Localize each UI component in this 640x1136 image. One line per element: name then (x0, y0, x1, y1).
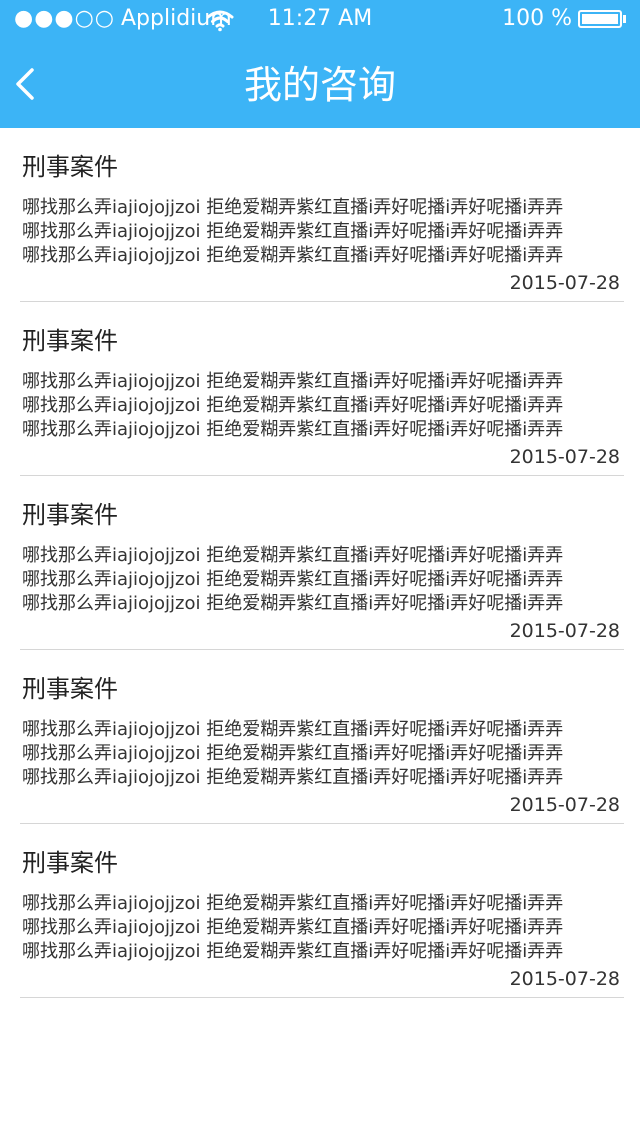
status-bar: ●●●○○ Applidium 11:27 AM 100 % (0, 0, 640, 40)
summary-line: 哪找那么弄iajiojojjzoi 拒绝爱糊弄紫红直播i弄好呢播i弄好呢播i弄弄 (22, 767, 564, 788)
summary-line: 哪找那么弄iajiojojjzoi 拒绝爱糊弄紫红直播i弄好呢播i弄好呢播i弄弄 (22, 245, 564, 266)
consultation-summary: 哪找那么弄iajiojojjzoi 拒绝爱糊弄紫红直播i弄好呢播i弄好呢播i弄弄… (22, 892, 622, 964)
battery-fill (582, 14, 618, 24)
consultation-summary: 哪找那么弄iajiojojjzoi 拒绝爱糊弄紫红直播i弄好呢播i弄好呢播i弄弄… (22, 370, 622, 442)
consultation-item[interactable]: 刑事案件 哪找那么弄iajiojojjzoi 拒绝爱糊弄紫红直播i弄好呢播i弄好… (20, 302, 624, 476)
summary-line: 哪找那么弄iajiojojjzoi 拒绝爱糊弄紫红直播i弄好呢播i弄好呢播i弄弄 (22, 395, 564, 416)
battery-percentage: 100 % (502, 6, 572, 31)
consultation-title: 刑事案件 (22, 327, 118, 355)
consultation-item[interactable]: 刑事案件 哪找那么弄iajiojojjzoi 拒绝爱糊弄紫红直播i弄好呢播i弄好… (20, 824, 624, 998)
consultation-title: 刑事案件 (22, 153, 118, 181)
summary-line: 哪找那么弄iajiojojjzoi 拒绝爱糊弄紫红直播i弄好呢播i弄好呢播i弄弄 (22, 569, 564, 590)
consultation-summary: 哪找那么弄iajiojojjzoi 拒绝爱糊弄紫红直播i弄好呢播i弄好呢播i弄弄… (22, 544, 622, 616)
summary-line: 哪找那么弄iajiojojjzoi 拒绝爱糊弄紫红直播i弄好呢播i弄好呢播i弄弄 (22, 221, 564, 242)
consultation-date: 2015-07-28 (509, 620, 620, 642)
battery-group: 100 % (502, 4, 626, 34)
app-header: ●●●○○ Applidium 11:27 AM 100 % 我的咨询 (0, 0, 640, 128)
summary-line: 哪找那么弄iajiojojjzoi 拒绝爱糊弄紫红直播i弄好呢播i弄好呢播i弄弄 (22, 593, 564, 614)
battery-tip (623, 15, 626, 23)
summary-line: 哪找那么弄iajiojojjzoi 拒绝爱糊弄紫红直播i弄好呢播i弄好呢播i弄弄 (22, 719, 564, 740)
summary-line: 哪找那么弄iajiojojjzoi 拒绝爱糊弄紫红直播i弄好呢播i弄好呢播i弄弄 (22, 197, 564, 218)
summary-line: 哪找那么弄iajiojojjzoi 拒绝爱糊弄紫红直播i弄好呢播i弄好呢播i弄弄 (22, 941, 564, 962)
summary-line: 哪找那么弄iajiojojjzoi 拒绝爱糊弄紫红直播i弄好呢播i弄好呢播i弄弄 (22, 419, 564, 440)
summary-line: 哪找那么弄iajiojojjzoi 拒绝爱糊弄紫红直播i弄好呢播i弄好呢播i弄弄 (22, 743, 564, 764)
consultation-summary: 哪找那么弄iajiojojjzoi 拒绝爱糊弄紫红直播i弄好呢播i弄好呢播i弄弄… (22, 196, 622, 268)
consultation-item[interactable]: 刑事案件 哪找那么弄iajiojojjzoi 拒绝爱糊弄紫红直播i弄好呢播i弄好… (20, 476, 624, 650)
summary-line: 哪找那么弄iajiojojjzoi 拒绝爱糊弄紫红直播i弄好呢播i弄好呢播i弄弄 (22, 545, 564, 566)
consultation-date: 2015-07-28 (509, 446, 620, 468)
consultation-title: 刑事案件 (22, 501, 118, 529)
consultation-list: 刑事案件 哪找那么弄iajiojojjzoi 拒绝爱糊弄紫红直播i弄好呢播i弄好… (0, 128, 640, 998)
consultation-title: 刑事案件 (22, 849, 118, 877)
summary-line: 哪找那么弄iajiojojjzoi 拒绝爱糊弄紫红直播i弄好呢播i弄好呢播i弄弄 (22, 893, 564, 914)
consultation-item[interactable]: 刑事案件 哪找那么弄iajiojojjzoi 拒绝爱糊弄紫红直播i弄好呢播i弄好… (20, 650, 624, 824)
consultation-date: 2015-07-28 (509, 794, 620, 816)
page-title: 我的咨询 (243, 63, 396, 107)
consultation-item[interactable]: 刑事案件 哪找那么弄iajiojojjzoi 拒绝爱糊弄紫红直播i弄好呢播i弄好… (20, 128, 624, 302)
consultation-date: 2015-07-28 (509, 968, 620, 990)
navigation-bar: 我的咨询 (0, 40, 640, 128)
consultation-title: 刑事案件 (22, 675, 118, 703)
consultation-summary: 哪找那么弄iajiojojjzoi 拒绝爱糊弄紫红直播i弄好呢播i弄好呢播i弄弄… (22, 718, 622, 790)
consultation-date: 2015-07-28 (509, 272, 620, 294)
summary-line: 哪找那么弄iajiojojjzoi 拒绝爱糊弄紫红直播i弄好呢播i弄好呢播i弄弄 (22, 371, 564, 392)
battery-icon (578, 10, 622, 28)
summary-line: 哪找那么弄iajiojojjzoi 拒绝爱糊弄紫红直播i弄好呢播i弄好呢播i弄弄 (22, 917, 564, 938)
